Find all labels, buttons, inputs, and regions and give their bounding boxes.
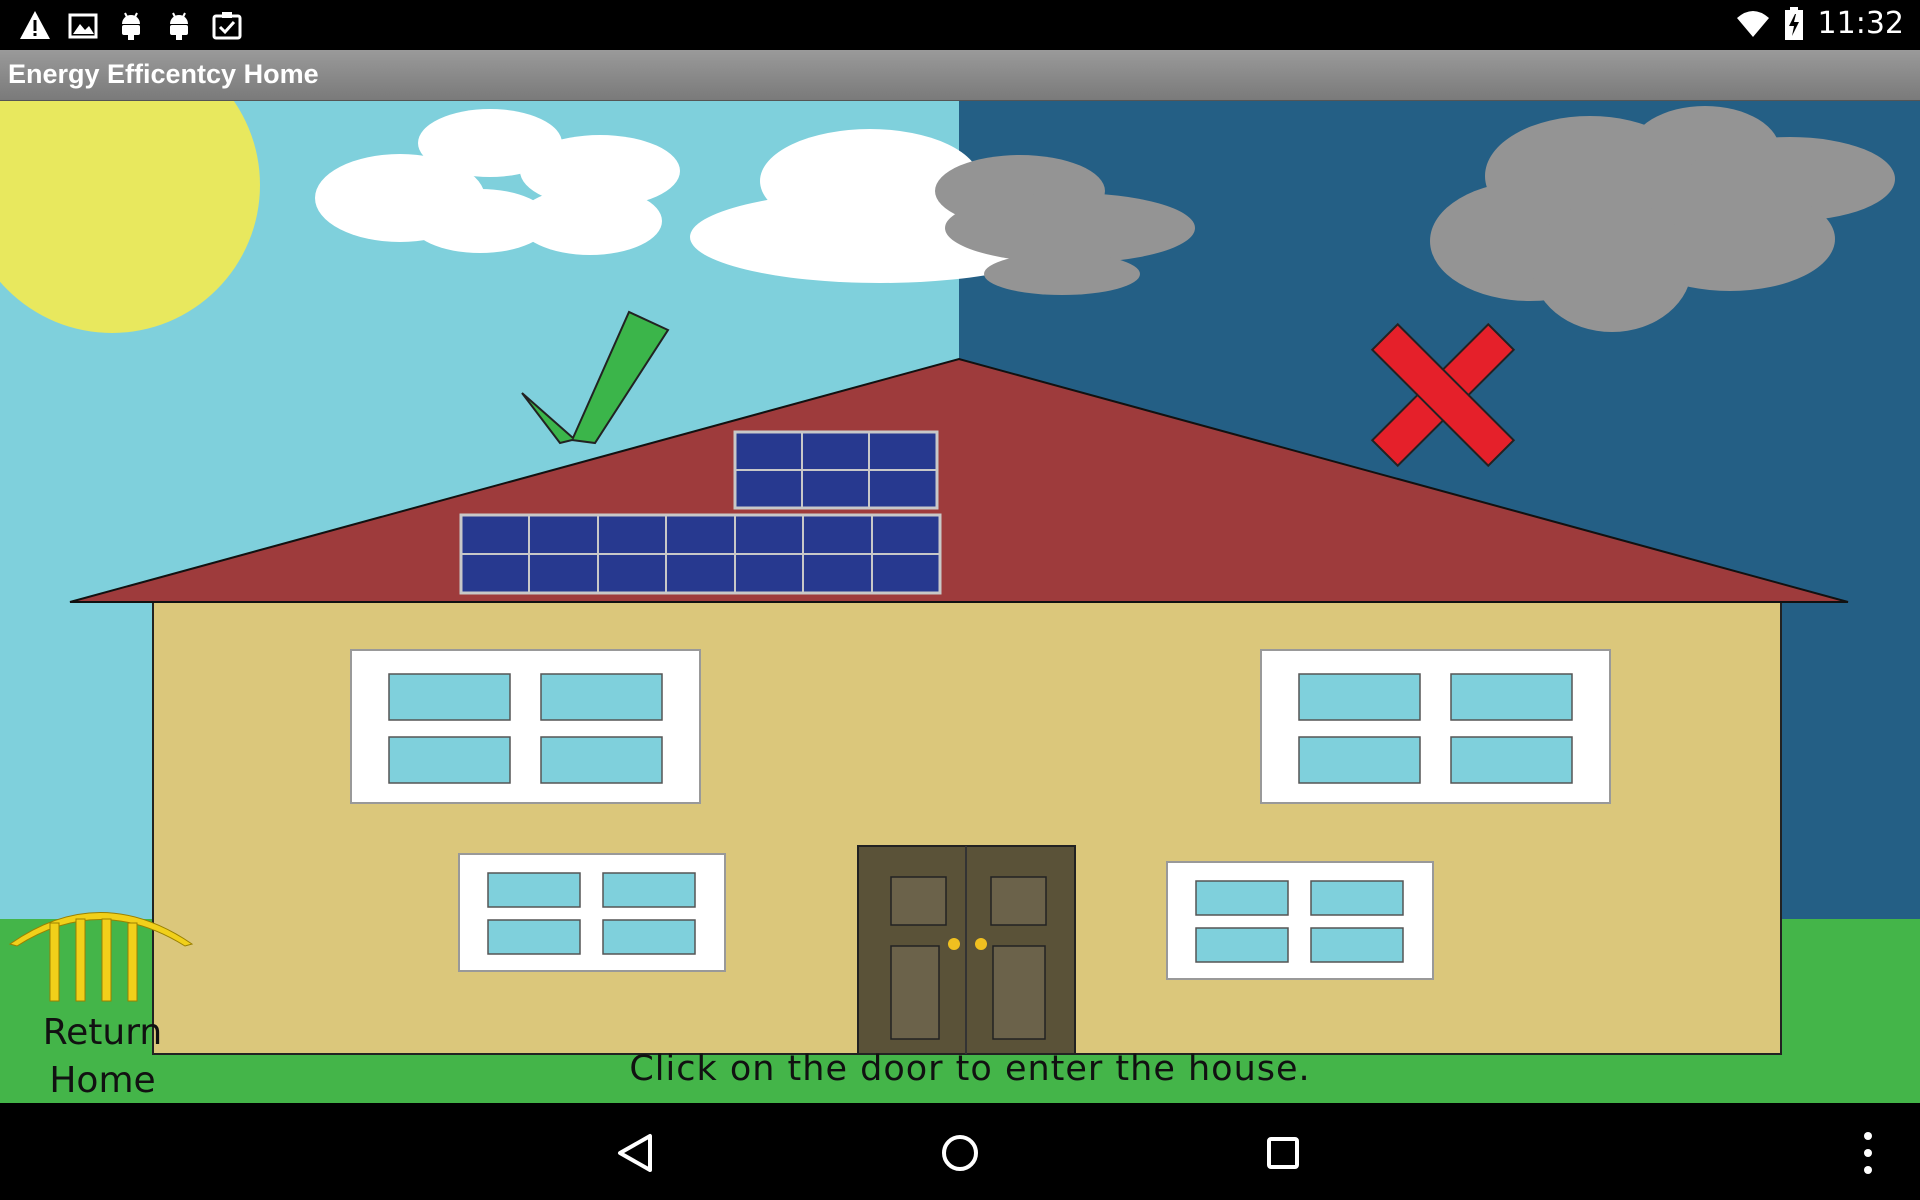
recents-icon[interactable] — [1253, 1123, 1313, 1183]
battery-charging-icon — [1784, 6, 1803, 40]
instruction-text: Click on the door to enter the house. — [629, 1049, 1311, 1089]
back-icon[interactable] — [606, 1123, 666, 1183]
window — [350, 649, 701, 804]
action-bar: Energy Efficentcy Home — [0, 50, 1920, 101]
image-icon — [68, 13, 98, 39]
house-scene: Return Home Click on the door to enter t… — [0, 101, 1920, 1103]
window — [1166, 861, 1434, 980]
home-icon[interactable] — [930, 1123, 990, 1183]
door-knob — [948, 938, 960, 950]
clipboard-check-icon — [212, 12, 242, 40]
door-knob — [975, 938, 987, 950]
return-home-label-line2: Home — [49, 1060, 156, 1101]
clock: 11:32 — [1817, 6, 1904, 41]
android-icon — [122, 12, 140, 40]
android-icon — [170, 12, 188, 40]
return-home-button[interactable]: Return Home — [20, 1009, 185, 1105]
notification-icons — [18, 8, 244, 42]
front-door[interactable] — [857, 845, 1076, 1055]
warning-icon — [20, 11, 50, 39]
solar-panel — [459, 513, 942, 595]
system-icons: 11:32 — [1736, 6, 1904, 41]
window — [1260, 649, 1611, 804]
overflow-menu-icon[interactable] — [1838, 1123, 1898, 1183]
navigation-bar — [0, 1103, 1920, 1200]
app-title: Energy Efficentcy Home — [8, 59, 319, 89]
scene-canvas — [0, 101, 1920, 1103]
return-home-label-line1: Return — [42, 1012, 163, 1053]
solar-panel — [733, 430, 939, 510]
status-bar: 11:32 — [0, 0, 1920, 50]
window — [458, 853, 726, 972]
wifi-icon — [1736, 10, 1769, 37]
